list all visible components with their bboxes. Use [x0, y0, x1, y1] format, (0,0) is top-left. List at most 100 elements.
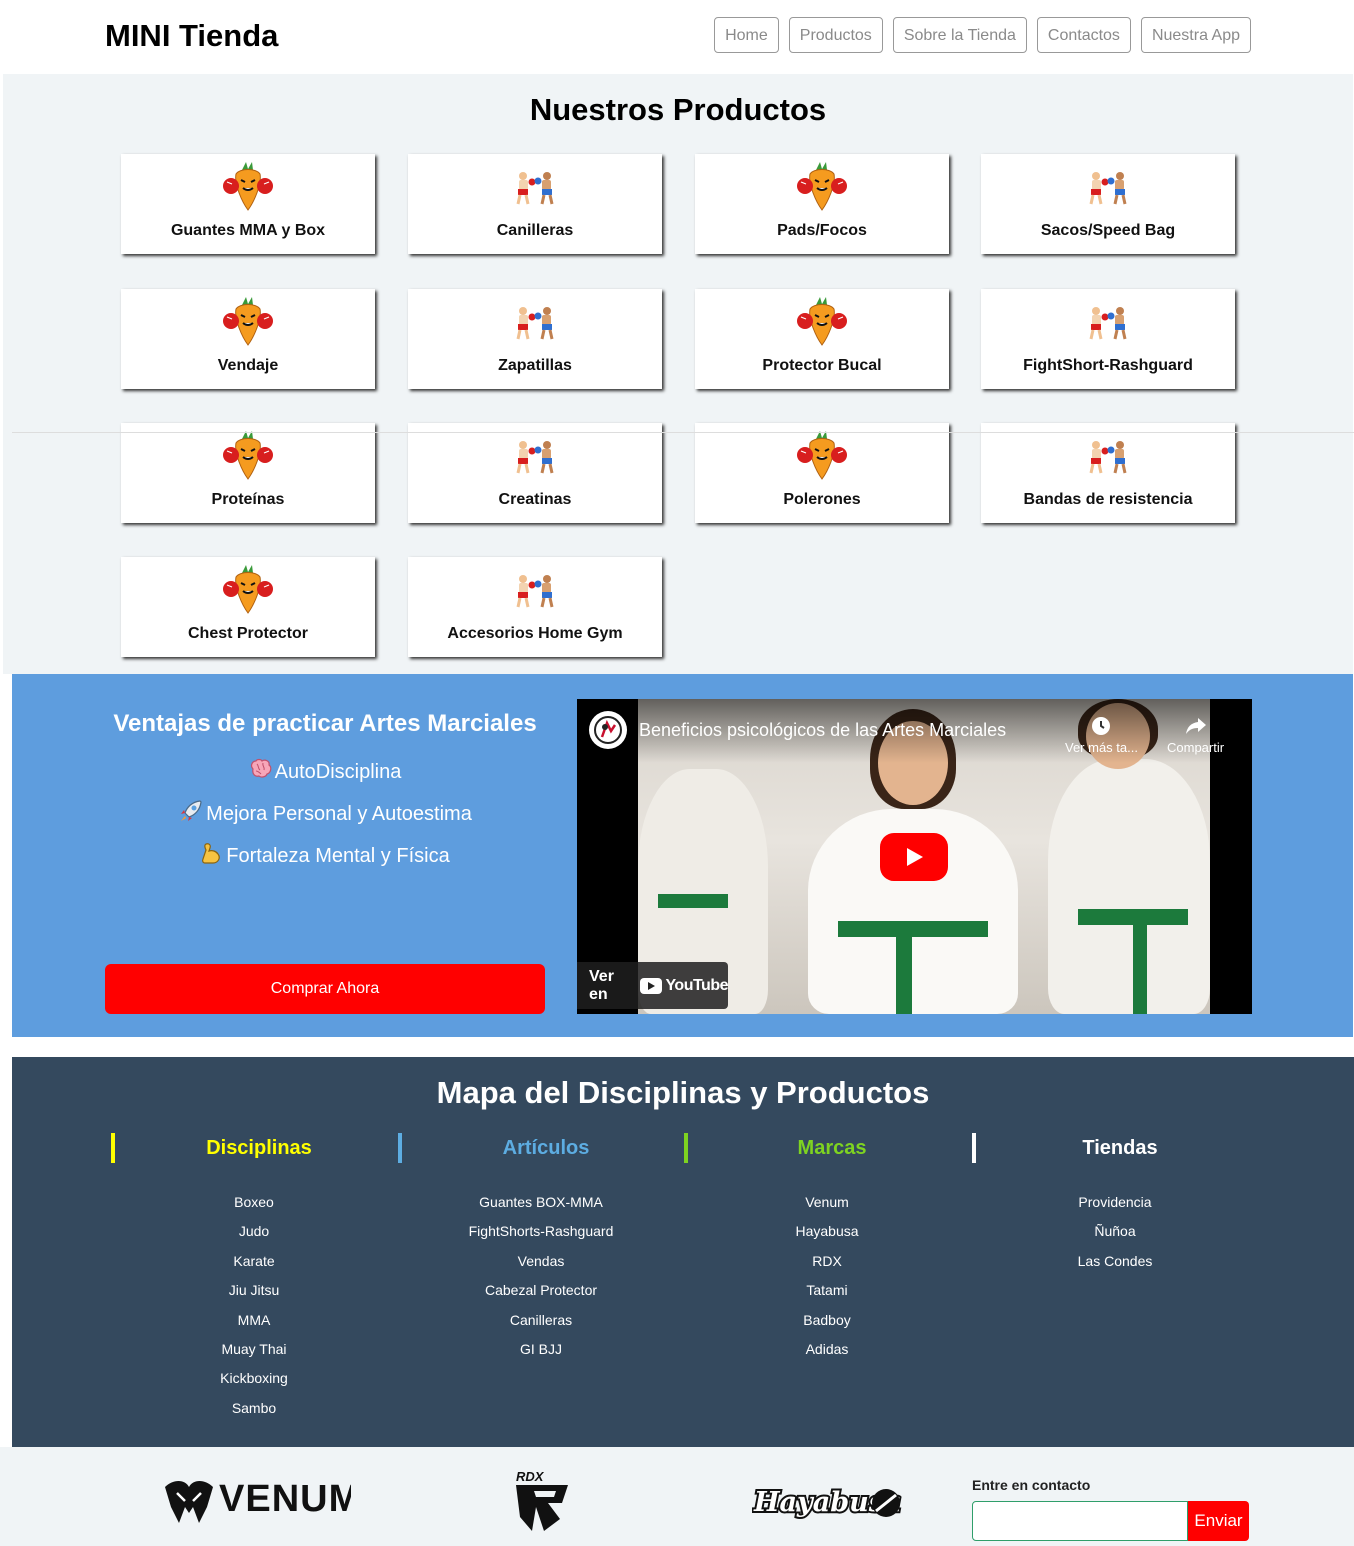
- carrot-boxer-icon: [695, 297, 949, 347]
- boxers-icon: [408, 297, 662, 347]
- watch-later-button[interactable]: Ver más ta...: [1065, 715, 1138, 755]
- main-nav: Home Productos Sobre la Tienda Contactos…: [714, 17, 1251, 53]
- site-map-link[interactable]: Jiu Jitsu: [111, 1281, 397, 1310]
- nav-sobre-button[interactable]: Sobre la Tienda: [892, 17, 1027, 53]
- divider-line: [12, 432, 1354, 433]
- site-map-list: Guantes BOX-MMA FightShorts-Rashguard Vend…: [398, 1193, 684, 1369]
- product-label: Zapatillas: [498, 357, 572, 374]
- carrot-boxer-icon: [695, 162, 949, 212]
- product-card[interactable]: Zapatillas: [408, 289, 662, 389]
- site-map-column-header: Tiendas: [972, 1133, 1252, 1163]
- nav-app-button[interactable]: Nuestra App: [1140, 17, 1251, 53]
- product-label: Chest Protector: [187, 625, 309, 642]
- site-map-link[interactable]: Ñuñoa: [972, 1222, 1258, 1251]
- product-card[interactable]: Proteínas: [121, 423, 375, 523]
- product-card[interactable]: Guantes MMA y Box: [121, 154, 375, 254]
- share-button[interactable]: Compartir: [1167, 715, 1224, 755]
- nav-home-button[interactable]: Home: [714, 17, 779, 53]
- site-map-link[interactable]: Las Condes: [972, 1252, 1258, 1281]
- rdx-logo[interactable]: RDX: [510, 1469, 574, 1535]
- site-map-link[interactable]: Muay Thai: [111, 1340, 397, 1369]
- benefit-item: AutoDisciplina: [105, 758, 545, 786]
- buy-now-button[interactable]: Comprar Ahora: [105, 964, 545, 1014]
- site-map-link[interactable]: FightShorts-Rashguard: [398, 1222, 684, 1251]
- product-card[interactable]: Accesorios Home Gym: [408, 557, 662, 657]
- product-label: Bandas de resistencia: [1023, 491, 1193, 508]
- site-map-link[interactable]: Karate: [111, 1252, 397, 1281]
- product-label: Pads/Focos: [777, 222, 867, 239]
- site-map-column-title: Disciplinas: [206, 1137, 312, 1159]
- hayabusa-logo[interactable]: Hayabusa: [752, 1477, 904, 1527]
- nav-productos-button[interactable]: Productos: [788, 17, 883, 53]
- site-map-column-header: Marcas: [684, 1133, 964, 1163]
- site-map-link[interactable]: Venum: [684, 1193, 970, 1222]
- boxers-icon: [981, 162, 1235, 212]
- contact-input[interactable]: [972, 1501, 1188, 1541]
- product-card[interactable]: Sacos/Speed Bag: [981, 154, 1235, 254]
- site-map-title: Mapa del Disciplinas y Productos: [436, 1075, 930, 1110]
- product-label: Vendaje: [217, 357, 279, 374]
- benefit-text: Mejora Personal y Autoestima: [206, 802, 472, 825]
- product-label: FightShort-Rashguard: [1023, 357, 1193, 374]
- site-logo[interactable]: MINI Tienda: [105, 18, 278, 54]
- products-title: Nuestros Productos: [529, 92, 827, 127]
- site-map-column: Disciplinas Boxeo Judo Karate Jiu Jitsu MMA Mu…: [111, 1133, 391, 1416]
- site-map-link[interactable]: Guantes BOX-MMA: [398, 1193, 684, 1222]
- site-map-link[interactable]: Hayabusa: [684, 1222, 970, 1251]
- site-map-link[interactable]: Boxeo: [111, 1193, 397, 1222]
- site-map-link[interactable]: Tatami: [684, 1281, 970, 1310]
- site-map-link[interactable]: Sambo: [111, 1399, 397, 1428]
- venum-logo[interactable]: VENUM: [163, 1473, 351, 1527]
- product-card[interactable]: Polerones: [695, 423, 949, 523]
- product-label: Guantes MMA y Box: [170, 222, 326, 239]
- benefit-item: Fortaleza Mental y Física: [105, 841, 545, 871]
- carrot-boxer-icon: [121, 297, 375, 347]
- site-map-link[interactable]: Adidas: [684, 1340, 970, 1369]
- video-player[interactable]: Beneficios psicológicos de las Artes Mar…: [577, 699, 1252, 1014]
- site-map-link[interactable]: Canilleras: [398, 1311, 684, 1340]
- site-map-link[interactable]: Providencia: [972, 1193, 1258, 1222]
- play-icon: [907, 848, 923, 866]
- site-map-column-header: Disciplinas: [111, 1133, 391, 1163]
- nav-contactos-button[interactable]: Contactos: [1036, 17, 1131, 53]
- product-card[interactable]: Pads/Focos: [695, 154, 949, 254]
- site-map-column: Marcas Venum Hayabusa RDX Tatami Badboy Adidas: [684, 1133, 964, 1357]
- watch-on-youtube-button[interactable]: Ver en YouTube: [577, 962, 728, 1009]
- site-map-link[interactable]: Cabezal Protector: [398, 1281, 684, 1310]
- product-card[interactable]: Canilleras: [408, 154, 662, 254]
- site-map-link[interactable]: GI BJJ: [398, 1340, 684, 1369]
- product-card[interactable]: Protector Bucal: [695, 289, 949, 389]
- channel-avatar[interactable]: [589, 711, 627, 749]
- site-map-section: Mapa del Disciplinas y Productos Discipl…: [12, 1057, 1354, 1447]
- watch-later-label: Ver más ta...: [1065, 740, 1138, 755]
- footer: VENUM RDX Hayabusa Entre en contacto Env…: [0, 1447, 1354, 1546]
- product-card[interactable]: FightShort-Rashguard: [981, 289, 1235, 389]
- boxers-icon: [408, 162, 662, 212]
- site-map-link[interactable]: Vendas: [398, 1252, 684, 1281]
- play-button[interactable]: [880, 833, 948, 881]
- benefits-section: Ventajas de practicar Artes Marciales Au…: [12, 674, 1353, 1037]
- watch-on-label: Ver en: [589, 967, 614, 1003]
- site-map-column-title: Tiendas: [1082, 1137, 1158, 1159]
- site-map-link[interactable]: Kickboxing: [111, 1369, 397, 1398]
- carrot-boxer-icon: [121, 162, 375, 212]
- carrot-boxer-icon: [121, 565, 375, 615]
- benefit-text: AutoDisciplina: [274, 760, 402, 783]
- boxers-icon: [408, 431, 662, 481]
- site-map-link[interactable]: Badboy: [684, 1311, 970, 1340]
- youtube-logo: YouTube: [640, 977, 728, 995]
- send-button[interactable]: Enviar: [1188, 1501, 1249, 1541]
- video-title[interactable]: Beneficios psicológicos de las Artes Mar…: [639, 720, 1006, 741]
- product-label: Proteínas: [211, 491, 285, 508]
- site-map-link[interactable]: MMA: [111, 1311, 397, 1340]
- product-card[interactable]: Vendaje: [121, 289, 375, 389]
- site-map-link[interactable]: Judo: [111, 1222, 397, 1251]
- product-card[interactable]: Chest Protector: [121, 557, 375, 657]
- benefit-text: Fortaleza Mental y Física: [226, 844, 450, 867]
- boxers-icon: [981, 431, 1235, 481]
- products-grid: Guantes MMA y Box Canilleras Pads/Focos Sac…: [121, 154, 1241, 674]
- benefit-item: Mejora Personal y Autoestima: [105, 799, 545, 829]
- site-map-link[interactable]: RDX: [684, 1252, 970, 1281]
- product-card[interactable]: Bandas de resistencia: [981, 423, 1235, 523]
- product-card[interactable]: Creatinas: [408, 423, 662, 523]
